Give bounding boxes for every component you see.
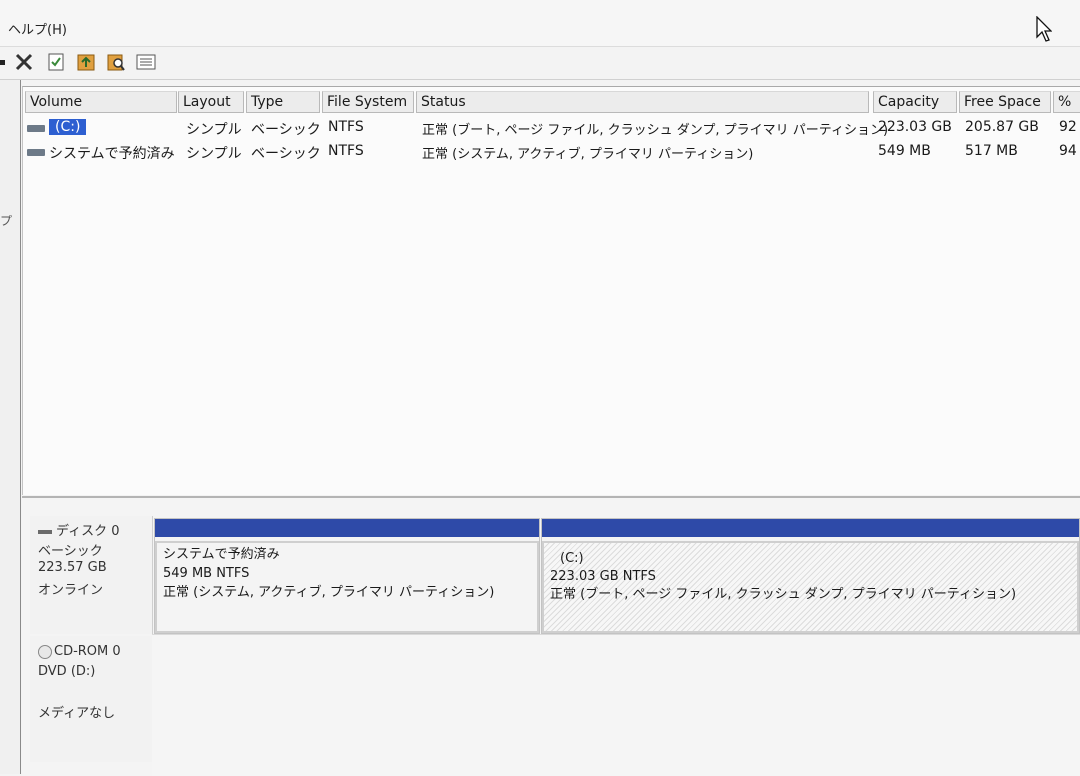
partition-body: システムで予約済み 549 MB NTFS 正常 (システム, アクティブ, プ… <box>155 541 539 633</box>
column-header-status[interactable]: Status <box>416 91 869 113</box>
partition-name: システムで予約済み <box>163 547 280 562</box>
cdrom-0-info[interactable]: CD-ROM 0 DVD (D:) メディアなし <box>30 636 153 762</box>
partition-bar <box>542 519 1079 537</box>
disk-map: ディスク 0 ベーシック 223.57 GB オンライン システムで予約済み 5… <box>22 496 1080 776</box>
free-space-cell: 205.87 GB <box>965 119 1039 135</box>
left-panel-edge: プ <box>0 80 21 774</box>
table-row[interactable]: システムで予約済み シンプル ベーシック NTFS 正常 (システム, アクティ… <box>23 141 1080 163</box>
percent-cell: 94 <box>1059 143 1077 159</box>
partition-status: 正常 (システム, アクティブ, プライマリ パーティション) <box>163 585 495 600</box>
disk-icon <box>38 529 52 534</box>
cd-icon <box>38 644 52 659</box>
table-row[interactable]: (C:) シンプル ベーシック NTFS 正常 (ブート, ページ ファイル, … <box>23 117 1080 139</box>
column-header-percent[interactable]: % <box>1053 91 1080 113</box>
filesystem-cell: NTFS <box>328 119 364 135</box>
menu-help[interactable]: ヘルプ(H) <box>8 19 67 38</box>
partition-size: 549 MB NTFS <box>163 566 250 581</box>
disk-0-type: ベーシック <box>38 544 103 559</box>
filesystem-cell: NTFS <box>328 143 364 159</box>
partition-size: 223.03 GB NTFS <box>550 569 656 584</box>
toolbar <box>0 47 1080 80</box>
column-header-type[interactable]: Type <box>246 91 320 113</box>
cdrom-0-area <box>152 634 1080 776</box>
free-space-cell: 517 MB <box>965 143 1018 159</box>
partition-status: 正常 (ブート, ページ ファイル, クラッシュ ダンプ, プライマリ パーティ… <box>550 587 1017 602</box>
cdrom-0-title: CD-ROM 0 <box>38 644 121 659</box>
layout-cell: シンプル <box>186 146 242 162</box>
truncated-label: プ <box>0 214 13 228</box>
column-header-capacity[interactable]: Capacity <box>873 91 957 113</box>
capacity-cell: 223.03 GB <box>878 119 952 135</box>
cdrom-0-media: メディアなし <box>38 706 116 721</box>
volume-icon <box>27 125 45 132</box>
volume-name: (C:) <box>49 119 87 135</box>
disk-0-info[interactable]: ディスク 0 ベーシック 223.57 GB オンライン <box>30 516 153 634</box>
list-view-icon[interactable] <box>136 52 156 72</box>
disk-0-title: ディスク 0 <box>38 520 120 539</box>
folder-up-icon[interactable] <box>76 52 96 72</box>
partition-c-drive[interactable]: (C:) 223.03 GB NTFS 正常 (ブート, ページ ファイル, ク… <box>541 518 1080 634</box>
disk-0-state: オンライン <box>38 583 104 598</box>
type-cell: ベーシック <box>251 146 321 162</box>
cdrom-0-drive: DVD (D:) <box>38 664 96 679</box>
overflow-marker-icon <box>0 52 6 72</box>
close-icon[interactable] <box>14 52 34 72</box>
partition-system-reserved[interactable]: システムで予約済み 549 MB NTFS 正常 (システム, アクティブ, プ… <box>154 518 540 634</box>
volume-icon <box>27 149 45 156</box>
folder-search-icon[interactable] <box>106 52 126 72</box>
type-cell: ベーシック <box>251 122 321 138</box>
partition-body: (C:) 223.03 GB NTFS 正常 (ブート, ページ ファイル, ク… <box>542 541 1079 633</box>
disk-0-size: 223.57 GB <box>38 560 107 575</box>
partition-bar <box>155 519 539 537</box>
capacity-cell: 549 MB <box>878 143 931 159</box>
volume-list[interactable]: Volume Layout Type File System Status Ca… <box>22 86 1080 495</box>
column-header-file-system[interactable]: File System <box>322 91 414 113</box>
status-cell: 正常 (システム, アクティブ, プライマリ パーティション) <box>422 147 754 162</box>
column-header-volume[interactable]: Volume <box>25 91 177 113</box>
volume-name: システムで予約済み <box>49 146 175 162</box>
mouse-pointer-icon <box>1036 15 1053 46</box>
percent-cell: 92 <box>1059 119 1077 135</box>
properties-icon[interactable] <box>46 52 66 72</box>
status-cell: 正常 (ブート, ページ ファイル, クラッシュ ダンプ, プライマリ パーティ… <box>422 123 889 138</box>
column-header-free-space[interactable]: Free Space <box>959 91 1051 113</box>
column-header-layout[interactable]: Layout <box>178 91 244 113</box>
layout-cell: シンプル <box>186 122 242 138</box>
partition-name: (C:) <box>560 551 584 566</box>
menu-bar: ヘルプ(H) <box>0 0 1080 47</box>
